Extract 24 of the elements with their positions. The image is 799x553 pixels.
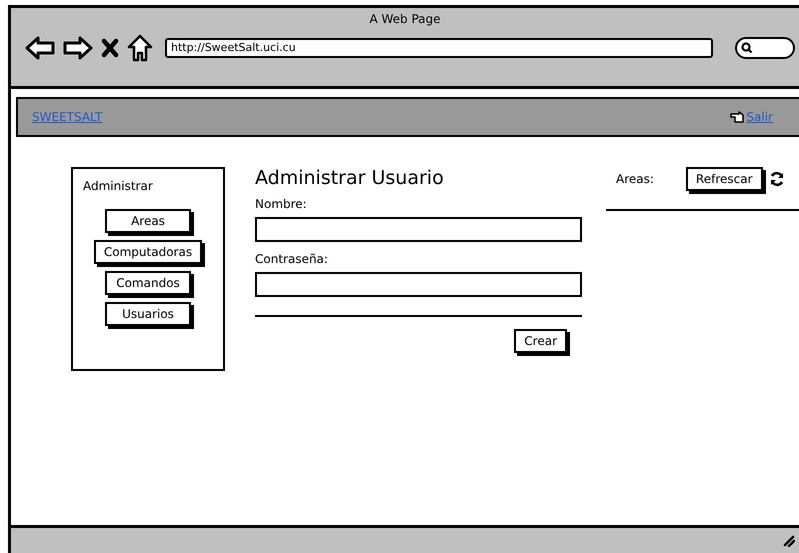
field-label: Nombre:: [255, 197, 308, 211]
search-icon: [741, 42, 753, 54]
home-icon[interactable]: [127, 34, 153, 62]
menu-button[interactable]: Comandos: [105, 271, 191, 295]
field-label: Contraseña:: [255, 252, 329, 266]
form-title: Administrar Usuario: [255, 167, 445, 189]
menu-button[interactable]: Computadoras: [94, 240, 202, 264]
pointing-hand-icon: [730, 110, 746, 124]
address-field[interactable]: http://SweetSalt.uci.cu: [165, 38, 713, 58]
close-icon[interactable]: [101, 38, 119, 58]
resize-grip-icon: [783, 534, 795, 546]
refresh-button[interactable]: Refrescar: [686, 167, 763, 191]
menu-button[interactable]: Areas: [105, 209, 191, 233]
menu-button[interactable]: Usuarios: [105, 302, 191, 326]
window-title: A Web Page: [368, 11, 442, 28]
input-field[interactable]: [255, 272, 582, 297]
input-field[interactable]: [255, 217, 582, 242]
areas-label: Areas:: [616, 172, 654, 186]
search-field[interactable]: [735, 37, 795, 59]
forward-icon[interactable]: [63, 36, 93, 60]
create-button[interactable]: Crear: [514, 329, 567, 353]
back-icon[interactable]: [25, 36, 55, 60]
refresh-icon[interactable]: [768, 171, 785, 187]
sidebar-title: Administrar: [83, 179, 154, 193]
